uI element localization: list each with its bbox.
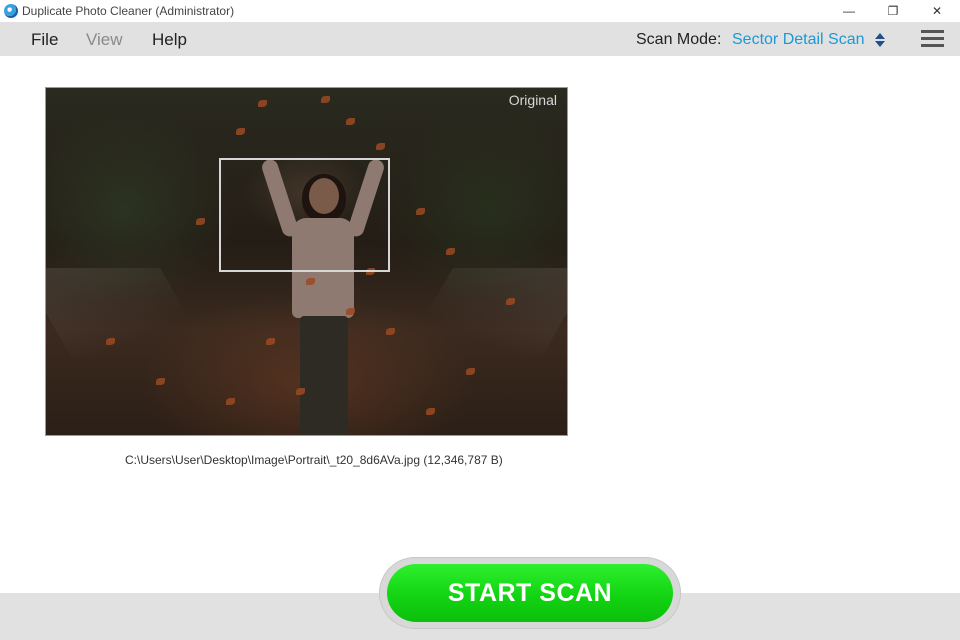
title-bar: Duplicate Photo Cleaner (Administrator) … <box>0 0 960 22</box>
menu-view[interactable]: View <box>86 30 123 50</box>
hamburger-menu-icon[interactable] <box>921 29 944 49</box>
app-logo-icon <box>4 4 18 18</box>
menu-bar: File View Help Scan Mode: Sector Detail … <box>0 22 960 56</box>
scan-mode-select[interactable]: Sector Detail Scan <box>732 31 865 49</box>
sort-arrows-icon[interactable] <box>875 32 885 48</box>
minimize-button[interactable]: — <box>826 0 872 22</box>
start-scan-button[interactable]: START SCAN <box>387 564 673 622</box>
photo-preview[interactable]: Original <box>45 87 568 436</box>
original-badge: Original <box>508 92 557 108</box>
focus-frame <box>219 158 390 272</box>
file-path-text: C:\Users\User\Desktop\Image\Portrait\_t2… <box>125 453 503 467</box>
window-title: Duplicate Photo Cleaner (Administrator) <box>22 4 235 18</box>
close-button[interactable]: ✕ <box>914 0 960 22</box>
menu-help[interactable]: Help <box>152 30 187 50</box>
restore-button[interactable]: ❐ <box>870 0 916 22</box>
menu-file[interactable]: File <box>31 30 58 50</box>
scan-mode-label: Scan Mode: <box>636 31 722 48</box>
